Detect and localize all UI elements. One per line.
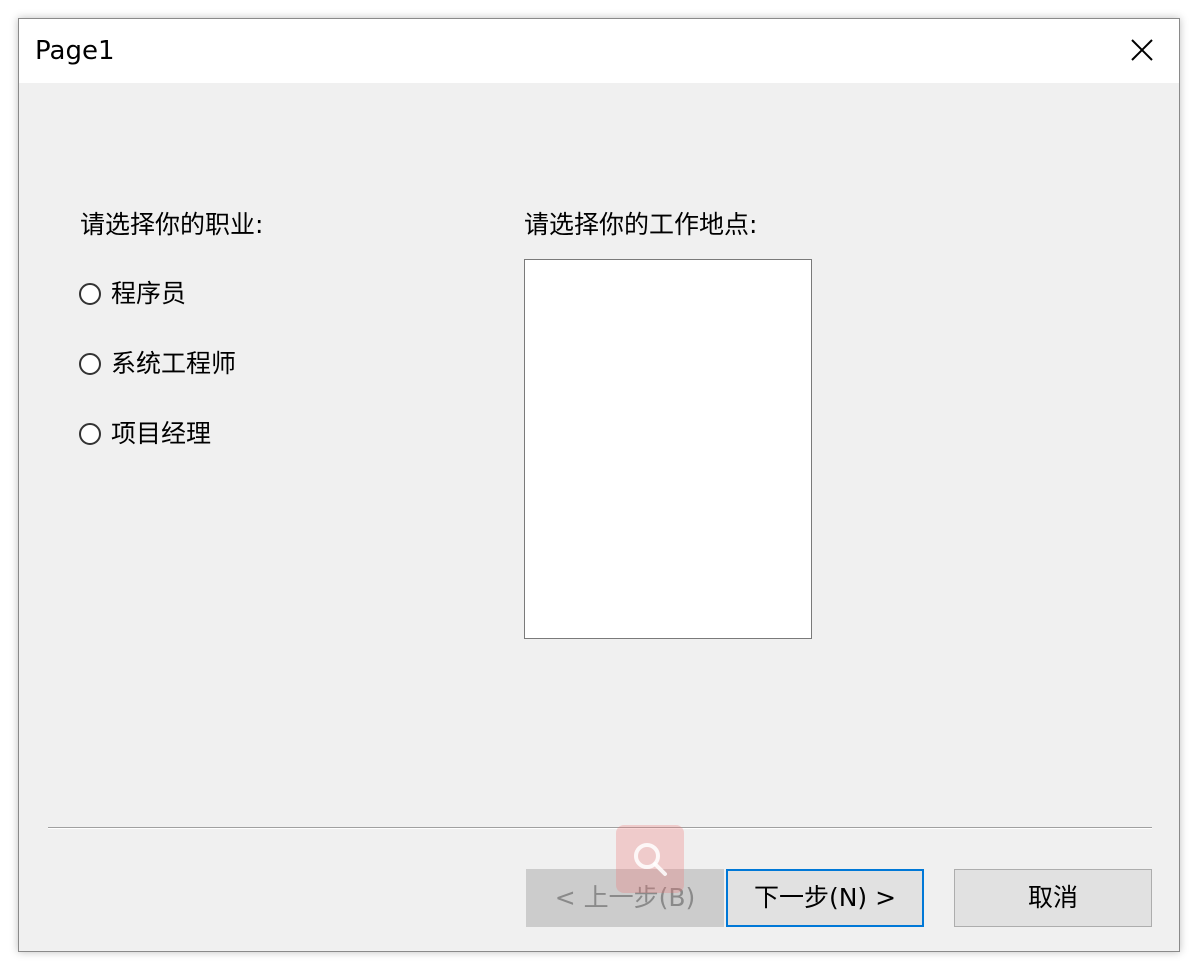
radio-button-icon[interactable]: [79, 283, 101, 305]
radio-system-engineer[interactable]: 系统工程师: [79, 347, 236, 381]
occupation-label: 请选择你的职业:: [80, 210, 264, 239]
title-bar: Page1: [19, 19, 1179, 83]
close-icon: [1131, 39, 1153, 61]
next-button[interactable]: 下一步(N) >: [726, 869, 924, 927]
cancel-button[interactable]: 取消: [954, 869, 1152, 927]
radio-label: 程序员: [111, 279, 187, 308]
search-icon: [634, 843, 667, 876]
window-title: Page1: [35, 36, 115, 66]
cancel-button-label: 取消: [1027, 883, 1078, 912]
next-button-label: 下一步(N) >: [753, 883, 897, 912]
radio-project-manager[interactable]: 项目经理: [79, 417, 211, 451]
radio-label: 项目经理: [111, 419, 212, 448]
location-listbox[interactable]: [524, 259, 812, 639]
radio-programmer[interactable]: 程序员: [79, 277, 186, 311]
location-label: 请选择你的工作地点:: [524, 210, 758, 239]
radio-label: 系统工程师: [111, 349, 237, 378]
watermark-badge: [616, 825, 684, 893]
separator: [48, 827, 1152, 829]
close-button[interactable]: [1103, 19, 1179, 83]
radio-button-icon[interactable]: [79, 353, 101, 375]
radio-button-icon[interactable]: [79, 423, 101, 445]
wizard-dialog: Page1 请选择你的职业: 程序员 系统工程师 项目经理 请选择你的工作地点:…: [18, 18, 1180, 952]
